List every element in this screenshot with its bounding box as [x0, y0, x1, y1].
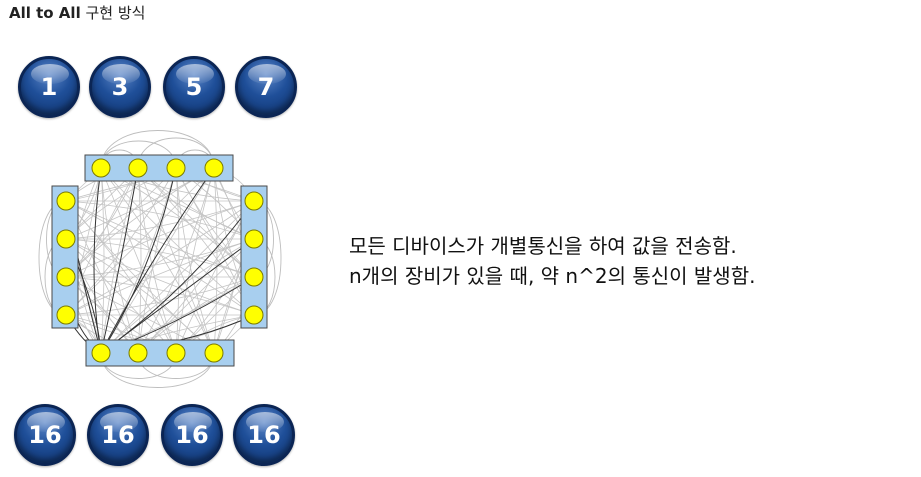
device-left-4 — [56, 305, 76, 325]
device-top-1 — [91, 158, 111, 178]
device-right-4 — [244, 305, 264, 325]
device-left-3 — [56, 267, 76, 287]
device-right-1 — [244, 191, 264, 211]
node-circle-bottom-1: 16 — [14, 404, 76, 466]
device-bottom-2 — [128, 343, 148, 363]
description: 모든 디바이스가 개별통신을 하여 값을 전송함. n개의 장비가 있을 때, … — [349, 231, 755, 291]
device-bottom-3 — [166, 343, 186, 363]
node-label: 16 — [247, 421, 281, 449]
node-circle-bottom-4: 16 — [233, 404, 295, 466]
device-left-1 — [56, 191, 76, 211]
device-bottom-1 — [91, 343, 111, 363]
node-circle-bottom-3: 16 — [161, 404, 223, 466]
device-bottom-4 — [204, 343, 224, 363]
node-circle-bottom-2: 16 — [87, 404, 149, 466]
node-label: 16 — [28, 421, 62, 449]
device-right-2 — [244, 229, 264, 249]
description-line-1: 모든 디바이스가 개별통신을 하여 값을 전송함. — [349, 234, 737, 258]
link-line — [137, 167, 255, 278]
device-right-3 — [244, 267, 264, 287]
device-top-3 — [166, 158, 186, 178]
device-top-4 — [204, 158, 224, 178]
node-label: 16 — [175, 421, 209, 449]
device-left-2 — [56, 229, 76, 249]
description-line-2: n개의 장비가 있을 때, 약 n^2의 통신이 발생함. — [349, 264, 756, 288]
node-label: 16 — [101, 421, 135, 449]
device-top-2 — [128, 158, 148, 178]
